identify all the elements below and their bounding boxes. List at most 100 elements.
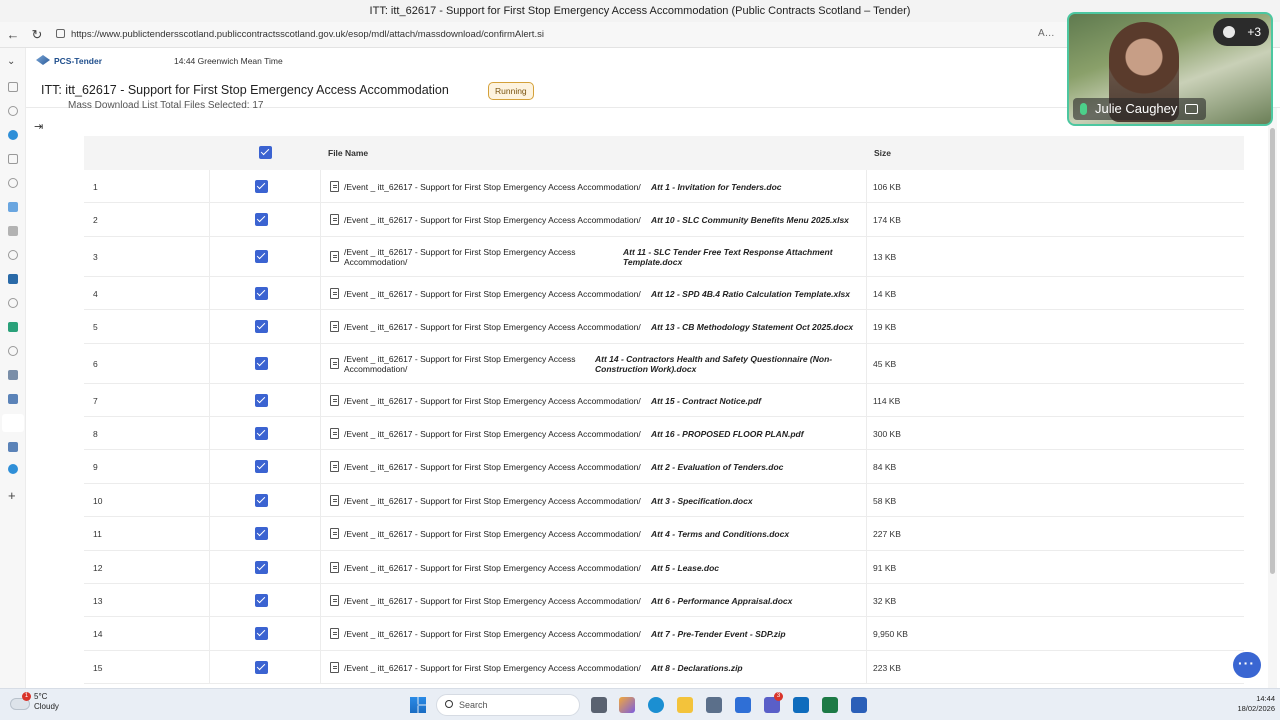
file-name[interactable]: Att 8 - Declarations.zip [651,663,743,673]
read-aloud-icon[interactable]: A… [1038,28,1055,39]
file-name[interactable]: Att 11 - SLC Tender Free Text Response A… [623,247,843,267]
copilot-icon[interactable] [619,697,635,713]
screen-share-icon [1185,104,1199,114]
row-checkbox[interactable] [255,493,268,507]
file-name[interactable]: Att 14 - Contractors Health and Safety Q… [595,354,840,374]
file-name[interactable]: Att 10 - SLC Community Benefits Menu 202… [651,215,849,225]
back-icon[interactable]: ← [4,26,22,44]
calculator-icon[interactable] [706,697,722,713]
file-name[interactable]: Att 3 - Specification.docx [651,496,753,506]
row-checkbox[interactable] [255,594,268,607]
file-name[interactable]: Att 6 - Performance Appraisal.docx [651,596,792,606]
table-row[interactable]: 2/Event _ itt_62617 - Support for First … [84,203,1244,237]
table-row[interactable]: 3/Event _ itt_62617 - Support for First … [84,236,1244,277]
brand-logo[interactable]: PCS-Tender [36,54,102,68]
file-table: File Name Size 1/Event _ itt_62617 - Sup… [84,136,1244,688]
sidebar-app-icon[interactable] [8,322,18,332]
table-row[interactable]: 10/Event _ itt_62617 - Support for First… [84,483,1244,518]
table-row[interactable]: 7/Event _ itt_62617 - Support for First … [84,383,1244,417]
sidebar-app-icon[interactable] [8,442,18,452]
select-all-checkbox[interactable] [259,146,272,159]
table-row[interactable]: 14/Event _ itt_62617 - Support for First… [84,617,1244,651]
sidebar-app-icon[interactable] [8,464,18,474]
add-icon[interactable]: + [8,488,16,503]
file-size: 174 KB [873,215,901,226]
search-icon[interactable] [8,106,18,116]
table-row[interactable]: 15/Event _ itt_62617 - Support for First… [84,650,1244,685]
refresh-icon[interactable]: ↻ [28,26,46,44]
file-name[interactable]: Att 7 - Pre-Tender Event - SDP.zip [651,629,786,639]
row-checkbox[interactable] [255,320,268,334]
search-icon[interactable] [8,250,18,260]
document-icon [330,394,339,406]
task-view-icon[interactable] [591,697,607,713]
row-checkbox[interactable] [255,660,268,674]
file-name[interactable]: Att 2 - Evaluation of Tenders.doc [651,462,783,472]
row-checkbox[interactable] [255,249,268,263]
file-name[interactable]: Att 4 - Terms and Conditions.docx [651,529,789,539]
word-icon[interactable] [851,697,867,713]
row-checkbox[interactable] [255,356,268,370]
row-number: 13 [93,596,103,606]
row-checkbox[interactable] [255,627,268,641]
video-call-tile[interactable]: +3 Julie Caughey [1067,12,1273,126]
file-name[interactable]: Att 5 - Lease.doc [651,563,719,573]
system-clock[interactable]: 14:44 18/02/2026 [1205,694,1275,714]
row-checkbox[interactable] [255,527,268,541]
table-row[interactable]: 13/Event _ itt_62617 - Support for First… [84,584,1244,618]
start-icon[interactable] [410,697,426,713]
todo-icon[interactable] [735,697,751,713]
edge-browser-icon[interactable] [648,697,664,713]
file-name[interactable]: Att 15 - Contract Notice.pdf [651,396,761,406]
row-checkbox[interactable] [255,460,268,474]
teams-notification-badge: 3 [774,692,783,701]
sidebar-app-icon[interactable] [8,274,18,284]
row-checkbox[interactable] [255,286,268,300]
column-header-size[interactable]: Size [874,136,891,170]
file-size: 106 KB [873,182,901,192]
file-name[interactable]: Att 12 - SPD 4B.4 Ratio Calculation Temp… [651,289,850,299]
file-explorer-icon[interactable] [677,697,693,713]
expand-panel-icon[interactable]: ⇥ [34,120,48,134]
other-participants-button[interactable]: +3 [1213,18,1269,46]
file-size: 84 KB [873,462,897,473]
search-icon[interactable] [8,298,18,308]
row-checkbox[interactable] [255,393,268,407]
row-checkbox[interactable] [255,560,268,574]
table-row[interactable]: 6/Event _ itt_62617 - Support for First … [84,343,1244,384]
edge-app-icon[interactable] [8,130,18,140]
file-size: 91 KB [873,562,897,573]
scrollbar-thumb[interactable] [1270,128,1275,574]
file-name[interactable]: Att 1 - Invitation for Tenders.doc [651,182,782,192]
file-name[interactable]: Att 16 - PROPOSED FLOOR PLAN.pdf [651,429,804,439]
table-row[interactable]: 1/Event _ itt_62617 - Support for First … [84,170,1244,204]
sidebar-app-icon[interactable] [8,394,18,404]
sidebar-app-icon[interactable] [8,202,18,212]
column-header-file-name[interactable]: File Name [328,136,368,170]
teams-icon[interactable]: 3 [764,692,783,713]
outlook-icon[interactable] [793,697,809,713]
taskbar-search[interactable]: Search [436,694,580,716]
search-icon[interactable] [8,178,18,188]
excel-icon[interactable] [822,697,838,713]
table-row[interactable]: 11/Event _ itt_62617 - Support for First… [84,517,1244,551]
row-checkbox[interactable] [255,427,268,440]
weather-widget[interactable]: 1 5°C Cloudy [10,692,59,718]
table-row[interactable]: 4/Event _ itt_62617 - Support for First … [84,276,1244,311]
sidebar-app-icon[interactable] [8,370,18,380]
table-row[interactable]: 8/Event _ itt_62617 - Support for First … [84,417,1244,451]
table-row[interactable]: 9/Event _ itt_62617 - Support for First … [84,450,1244,484]
chevron-down-icon[interactable]: ⌄ [7,56,15,67]
url-field[interactable]: https://www.publictendersscotland.public… [56,25,1066,45]
chat-support-button[interactable] [1233,652,1261,678]
sidebar-active-item[interactable] [2,414,24,432]
search-icon[interactable] [8,346,18,356]
sidebar-app-icon[interactable] [8,154,18,164]
row-checkbox[interactable] [255,180,268,193]
table-row[interactable]: 12/Event _ itt_62617 - Support for First… [84,550,1244,584]
file-name[interactable]: Att 13 - CB Methodology Statement Oct 20… [651,322,853,332]
sidebar-app-icon[interactable] [8,226,18,236]
sidebar-app-icon[interactable] [8,82,18,92]
table-row[interactable]: 5/Event _ itt_62617 - Support for First … [84,310,1244,344]
row-checkbox[interactable] [255,213,268,227]
